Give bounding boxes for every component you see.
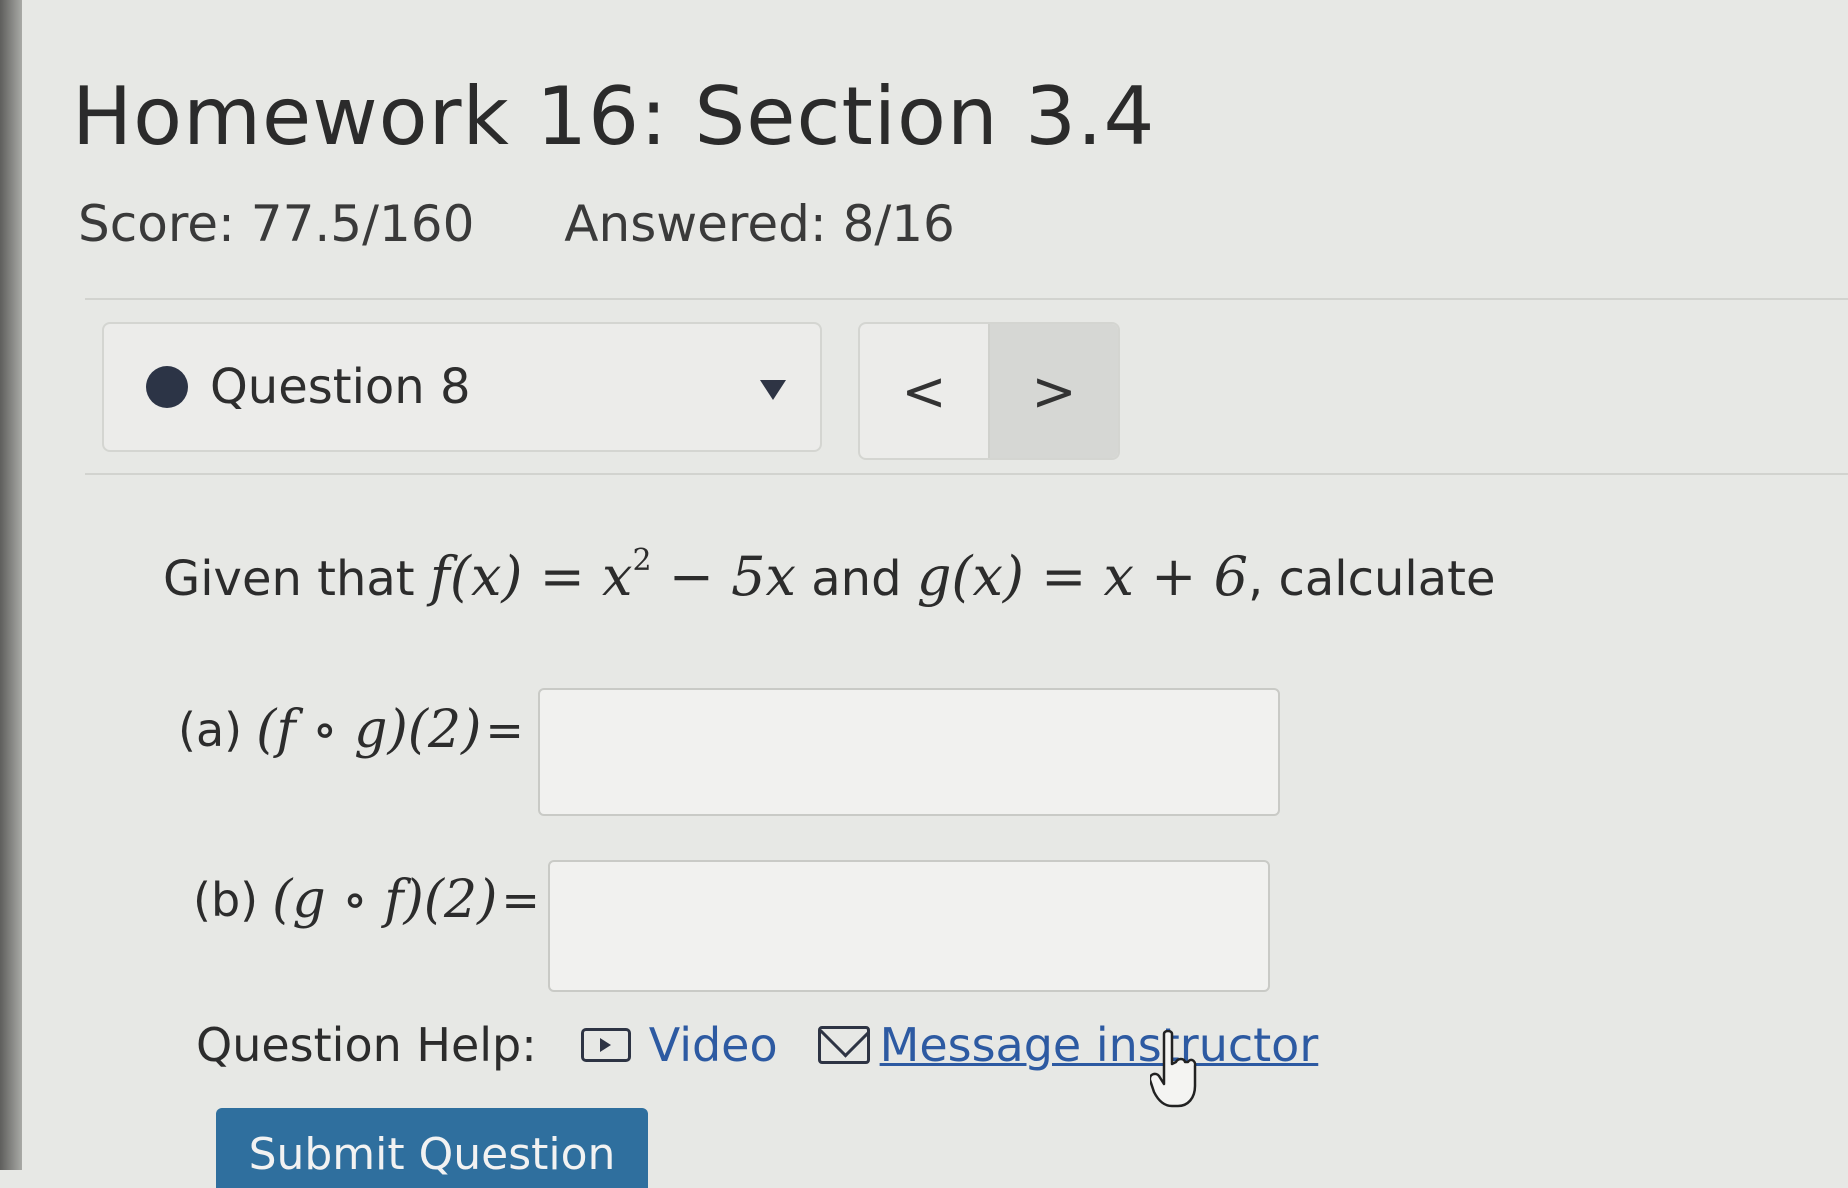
score-summary: Score: 77.5/160 Answered: 8/16	[78, 195, 1029, 253]
video-help-link[interactable]: Video	[580, 1018, 778, 1072]
question-dropdown[interactable]: Question 8	[102, 322, 822, 452]
previous-question-button[interactable]: <	[860, 324, 988, 458]
f-definition: f(x) = x2 − 5x	[429, 543, 796, 608]
score-text: Score: 77.5/160	[78, 195, 475, 253]
question-prompt: Given that f(x) = x2 − 5x and g(x) = x +…	[163, 543, 1496, 608]
chevron-right-icon: >	[1031, 359, 1077, 423]
envelope-icon	[817, 1026, 870, 1064]
video-link-label: Video	[648, 1018, 778, 1072]
prompt-intro: Given that	[163, 551, 415, 607]
answered-text: Answered: 8/16	[564, 195, 955, 253]
f-definition-rest: − 5x	[651, 545, 796, 608]
question-help-label: Question Help:	[196, 1018, 537, 1072]
page-title: Homework 16: Section 3.4	[72, 70, 1156, 163]
message-link-label: Message instructor	[879, 1018, 1319, 1072]
part-b-answer-input[interactable]	[548, 860, 1270, 992]
chevron-left-icon: <	[901, 359, 947, 423]
prompt-end: , calculate	[1247, 551, 1496, 607]
question-nav-buttons: < >	[858, 322, 1120, 460]
part-b-label: (b) (g ∘ f)(2) =	[193, 870, 540, 930]
question-status-dot	[146, 366, 188, 408]
part-b-expression: (g ∘ f)(2)	[272, 870, 498, 930]
part-b-letter: (b)	[193, 873, 259, 927]
submit-question-button[interactable]: Submit Question	[216, 1108, 648, 1188]
divider	[85, 473, 1848, 475]
screen-edge	[0, 0, 22, 1170]
video-play-icon	[580, 1028, 631, 1062]
part-a-label: (a) (f ∘ g)(2) =	[178, 700, 524, 760]
f-definition-base: f(x) = x	[429, 545, 633, 608]
hand-pointer-cursor-icon	[1150, 1030, 1197, 1108]
message-instructor-link[interactable]: Message instructor	[817, 1018, 1319, 1072]
next-question-button[interactable]: >	[988, 324, 1118, 458]
part-a-answer-input[interactable]	[538, 688, 1280, 816]
g-definition: g(x) = x + 6	[916, 545, 1248, 608]
question-dropdown-label: Question 8	[210, 359, 471, 415]
f-exponent: 2	[632, 543, 652, 578]
part-b-equals: =	[501, 873, 540, 927]
part-a-equals: =	[485, 703, 524, 757]
prompt-conjunction: and	[811, 551, 902, 607]
divider	[85, 298, 1848, 300]
part-a-letter: (a)	[178, 703, 243, 757]
caret-down-icon	[760, 380, 786, 400]
part-a-expression: (f ∘ g)(2)	[256, 700, 482, 760]
